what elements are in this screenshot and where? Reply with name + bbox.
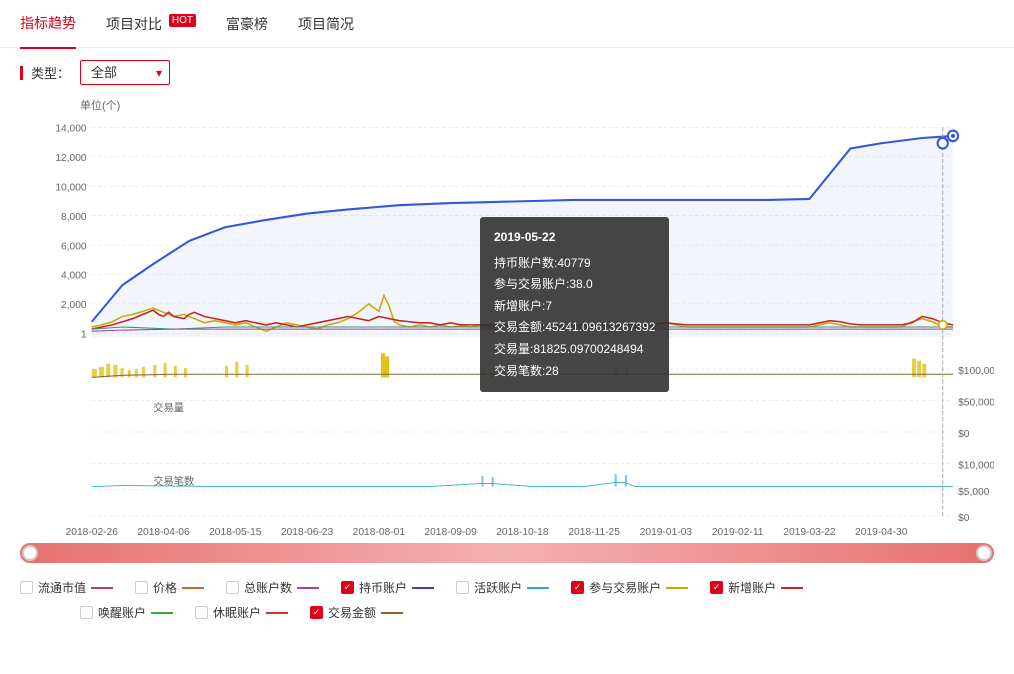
legend-checkbox-jiage[interactable] bbox=[135, 581, 148, 594]
legend-checkbox-zongjiaohushu[interactable] bbox=[226, 581, 239, 594]
legend-label-huoyuezhanghushu: 活跃账户 bbox=[474, 579, 522, 596]
legend-checkbox-xinzengjiaohushu[interactable] bbox=[710, 581, 723, 594]
svg-text:2018-05-15: 2018-05-15 bbox=[209, 527, 262, 537]
legend-huanxingzhanghushu[interactable]: 唤醒账户 bbox=[80, 604, 173, 621]
filter-row: 类型： 全部 主流币 DeFi NFT bbox=[0, 48, 1014, 97]
legend-line-canyujiaoyizhanghushu bbox=[666, 587, 688, 589]
legend-label-chizhanghushu: 持币账户 bbox=[359, 579, 407, 596]
legend-line-huanxingzhanghushu bbox=[151, 612, 173, 614]
legend-xiumianzhanghushu[interactable]: 休眠账户 bbox=[195, 604, 288, 621]
type-select[interactable]: 全部 主流币 DeFi NFT bbox=[80, 60, 170, 85]
nav-item-fuhao[interactable]: 富豪榜 bbox=[226, 0, 268, 48]
svg-text:2018-11-25: 2018-11-25 bbox=[568, 527, 620, 537]
svg-text:2,000: 2,000 bbox=[61, 300, 87, 311]
legend-label-canyujiaoyizhanghushu: 参与交易账户 bbox=[589, 579, 661, 596]
top-navigation: 指标趋势 项目对比 HOT 富豪榜 项目简况 bbox=[0, 0, 1014, 48]
scroll-right-handle[interactable] bbox=[976, 545, 992, 561]
legend-label-xinzengjiaohushu: 新增账户 bbox=[728, 579, 776, 596]
filter-label: 类型： bbox=[20, 63, 70, 82]
svg-text:2018-09-09: 2018-09-09 bbox=[424, 527, 477, 537]
legend-row-1: 流通市值 价格 总账户数 持币账户 活跃账户 参与 bbox=[20, 579, 994, 596]
nav-item-duibi[interactable]: 项目对比 HOT bbox=[106, 0, 196, 48]
svg-text:$5,000: $5,000 bbox=[958, 487, 990, 498]
svg-text:4,000: 4,000 bbox=[61, 271, 87, 282]
legend-chizhanghushu[interactable]: 持币账户 bbox=[341, 579, 434, 596]
legend-liutongshizhi[interactable]: 流通市值 bbox=[20, 579, 113, 596]
svg-text:2019-02-11: 2019-02-11 bbox=[712, 527, 764, 537]
legend-area: 流通市值 价格 总账户数 持币账户 活跃账户 参与 bbox=[0, 569, 1014, 639]
legend-checkbox-chizhanghushu[interactable] bbox=[341, 581, 354, 594]
svg-text:2018-08-01: 2018-08-01 bbox=[353, 527, 406, 537]
svg-text:10,000: 10,000 bbox=[55, 182, 87, 193]
svg-text:$100,000,000: $100,000,000 bbox=[958, 366, 994, 377]
legend-label-liutongshizhi: 流通市值 bbox=[38, 579, 86, 596]
svg-text:$0: $0 bbox=[958, 513, 970, 524]
legend-line-chizhanghushu bbox=[412, 587, 434, 589]
svg-text:2019-03-22: 2019-03-22 bbox=[783, 527, 836, 537]
legend-checkbox-canyujiaoyizhanghushu[interactable] bbox=[571, 581, 584, 594]
type-select-wrapper: 全部 主流币 DeFi NFT bbox=[80, 60, 170, 85]
svg-text:12,000: 12,000 bbox=[55, 153, 87, 164]
svg-text:交易量: 交易量 bbox=[153, 401, 184, 414]
legend-label-jiaoyijine: 交易金额 bbox=[328, 604, 376, 621]
legend-line-zongjiaohushu bbox=[297, 587, 319, 589]
nav-item-zhibiao[interactable]: 指标趋势 bbox=[20, 0, 76, 49]
legend-label-zongjiaohushu: 总账户数 bbox=[244, 579, 292, 596]
svg-text:1: 1 bbox=[81, 329, 87, 340]
legend-checkbox-huoyuezhanghushu[interactable] bbox=[456, 581, 469, 594]
legend-line-liutongshizhi bbox=[91, 587, 113, 589]
legend-line-xiumianzhanghushu bbox=[266, 612, 288, 614]
svg-text:2018-04-06: 2018-04-06 bbox=[137, 527, 190, 537]
legend-checkbox-xiumianzhanghushu[interactable] bbox=[195, 606, 208, 619]
legend-jiage[interactable]: 价格 bbox=[135, 579, 204, 596]
legend-line-huoyuezhanghushu bbox=[527, 587, 549, 589]
legend-label-huanxingzhanghushu: 唤醒账户 bbox=[98, 604, 146, 621]
scroll-left-handle[interactable] bbox=[22, 545, 38, 561]
legend-line-jiaoyijine bbox=[381, 612, 403, 614]
svg-text:2019-04-30: 2019-04-30 bbox=[855, 527, 908, 537]
main-chart-svg: .grid-line { stroke: #ddd; stroke-width:… bbox=[20, 117, 994, 537]
svg-text:$50,000,000: $50,000,000 bbox=[958, 398, 994, 409]
legend-checkbox-jiaoyijine[interactable] bbox=[310, 606, 323, 619]
y-axis-label: 单位(个) bbox=[80, 97, 994, 113]
nav-item-jiankuang[interactable]: 项目简况 bbox=[298, 0, 354, 48]
legend-xinzengjiaohushu[interactable]: 新增账户 bbox=[710, 579, 803, 596]
legend-row-2: 唤醒账户 休眠账户 交易金额 bbox=[20, 604, 994, 621]
legend-label-jiage: 价格 bbox=[153, 579, 177, 596]
chart-area: 单位(个) .grid-line { stroke: #ddd; stroke-… bbox=[0, 97, 1014, 537]
scroll-bar[interactable] bbox=[20, 543, 994, 563]
legend-line-xinzengjiaohushu bbox=[781, 587, 803, 589]
legend-huoyuezhanghushu[interactable]: 活跃账户 bbox=[456, 579, 549, 596]
svg-text:6,000: 6,000 bbox=[61, 241, 87, 252]
scroll-thumb bbox=[20, 543, 994, 563]
legend-line-jiage bbox=[182, 587, 204, 589]
svg-text:$0: $0 bbox=[958, 429, 970, 440]
svg-text:2018-02-26: 2018-02-26 bbox=[66, 527, 119, 537]
svg-text:2018-06-23: 2018-06-23 bbox=[281, 527, 334, 537]
chart-wrapper[interactable]: .grid-line { stroke: #ddd; stroke-width:… bbox=[20, 117, 994, 537]
legend-jiaoyijine[interactable]: 交易金额 bbox=[310, 604, 403, 621]
legend-label-xiumianzhanghushu: 休眠账户 bbox=[213, 604, 261, 621]
legend-zongjiaohushu[interactable]: 总账户数 bbox=[226, 579, 319, 596]
svg-text:2018-10-18: 2018-10-18 bbox=[496, 527, 549, 537]
hot-badge: HOT bbox=[169, 14, 196, 27]
svg-text:$10,000: $10,000 bbox=[958, 461, 994, 472]
legend-canyujiaoyizhanghushu[interactable]: 参与交易账户 bbox=[571, 579, 688, 596]
svg-text:2019-01-03: 2019-01-03 bbox=[640, 527, 693, 537]
svg-text:8,000: 8,000 bbox=[61, 212, 87, 223]
legend-checkbox-huanxingzhanghushu[interactable] bbox=[80, 606, 93, 619]
legend-checkbox-liutongshizhi[interactable] bbox=[20, 581, 33, 594]
svg-text:14,000: 14,000 bbox=[55, 124, 87, 135]
